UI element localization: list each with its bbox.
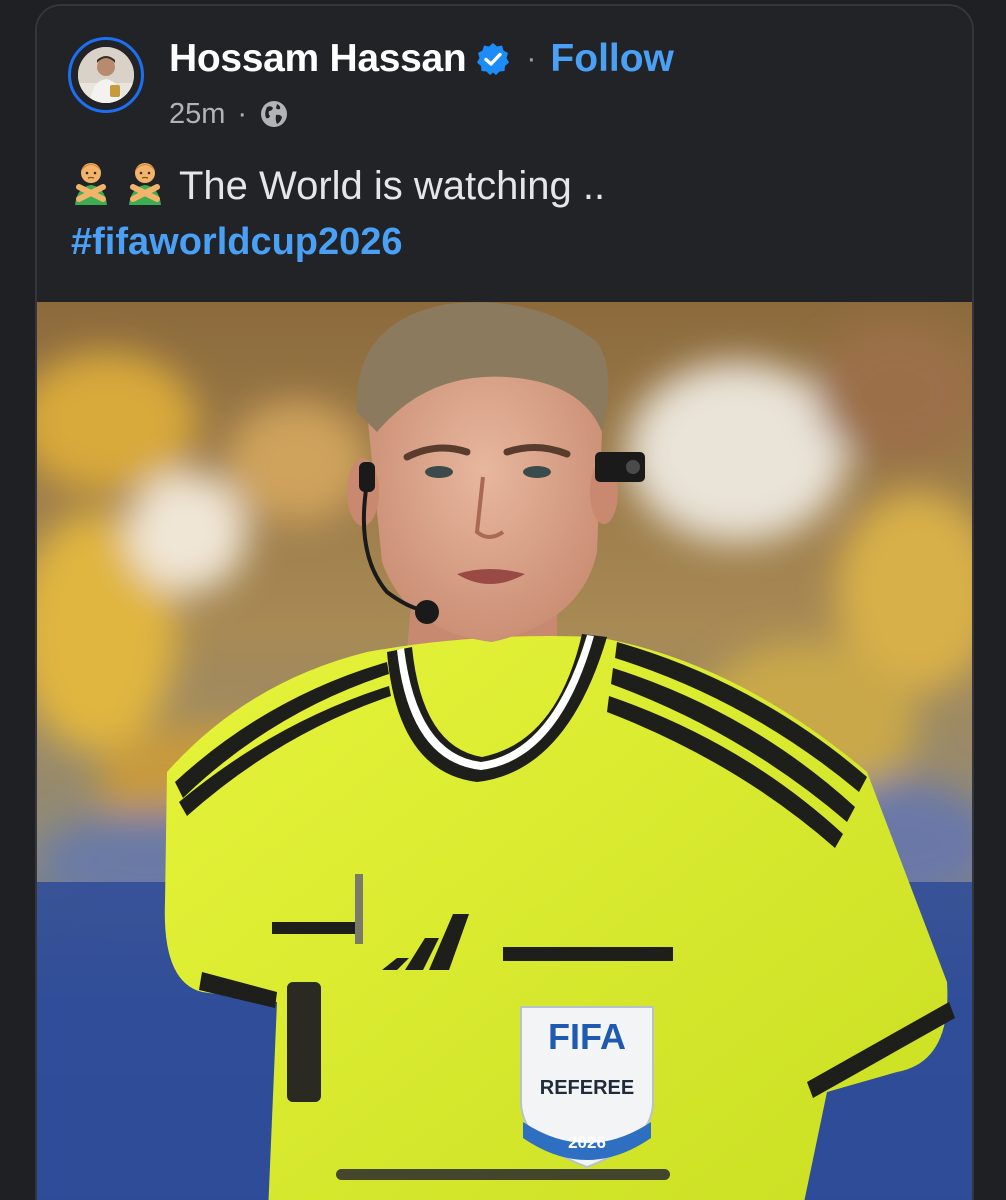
- author-row: Hossam Hassan · Follow: [169, 32, 674, 86]
- home-indicator[interactable]: [336, 1169, 670, 1180]
- badge-year: 2026: [568, 1133, 606, 1152]
- person-gesturing-no-emoji: [125, 161, 165, 205]
- avatar[interactable]: [78, 47, 134, 103]
- meta-separator: ·: [237, 97, 248, 130]
- author-name[interactable]: Hossam Hassan: [169, 37, 467, 81]
- timestamp[interactable]: 25m: [169, 98, 225, 131]
- follow-button[interactable]: Follow: [550, 37, 673, 81]
- globe-icon: [259, 99, 289, 129]
- separator-dot: ·: [526, 42, 537, 75]
- badge-brand: FIFA: [548, 1016, 626, 1057]
- referee-photo: FIFA REFEREE 2026: [37, 302, 972, 1200]
- post-photo[interactable]: FIFA REFEREE 2026: [37, 302, 972, 1200]
- post-header: Hossam Hassan · Follow 25m · The World i…: [37, 6, 972, 300]
- post-meta: 25m ·: [169, 94, 289, 134]
- badge-role: REFEREE: [540, 1077, 634, 1099]
- hashtag-link[interactable]: #fifaworldcup2026: [71, 214, 605, 270]
- verified-badge-icon: [476, 42, 510, 76]
- post-body-text: The World is watching ..: [179, 164, 606, 208]
- screen: Hossam Hassan · Follow 25m · The World i…: [0, 0, 1006, 1200]
- post-text: The World is watching .. #fifaworldcup20…: [71, 158, 605, 270]
- person-gesturing-no-emoji: [71, 161, 111, 205]
- avatar-image: [78, 47, 134, 103]
- avatar-story-ring[interactable]: [68, 37, 144, 113]
- post-card: Hossam Hassan · Follow 25m · The World i…: [35, 4, 974, 1200]
